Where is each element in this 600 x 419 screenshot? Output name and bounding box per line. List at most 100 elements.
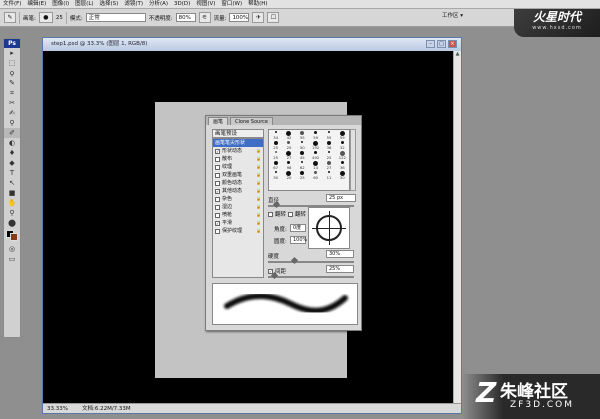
tab-brushes[interactable]: 画笔 — [208, 117, 229, 125]
dodge-tool-icon[interactable]: ◐ — [4, 138, 20, 148]
menu-window[interactable]: 窗口(W) — [218, 0, 245, 9]
path-select-icon[interactable]: ↖ — [4, 178, 20, 188]
lock-icon[interactable]: 🔒 — [256, 187, 261, 195]
brush-tip[interactable]: 27 — [282, 150, 295, 160]
brush-option-row[interactable]: 双重画笔 🔒 — [213, 171, 263, 179]
menu-file[interactable]: 文件(F) — [0, 0, 24, 9]
flow-input[interactable]: 100% — [229, 13, 250, 22]
mode-select[interactable]: 正常 — [85, 13, 146, 22]
tab-clone-source[interactable]: Clone Source — [230, 117, 273, 125]
brush-tip[interactable]: 45 — [296, 150, 309, 160]
brush-tip[interactable]: 20 — [282, 170, 295, 180]
airbrush-toggle[interactable]: ⚟ — [198, 12, 211, 23]
zoom-level[interactable]: 33.33% — [47, 404, 68, 413]
brush-tool-icon[interactable]: ✎ — [4, 12, 16, 23]
menu-help[interactable]: 帮助(H) — [245, 0, 270, 9]
menu-select[interactable]: 选择(S) — [97, 0, 122, 9]
brush-option-row[interactable]: 画笔笔尖形状 — [213, 139, 263, 147]
hardness-input[interactable]: 30% — [326, 250, 354, 258]
option-checkbox[interactable] — [215, 196, 220, 202]
angle-roundness-control[interactable] — [308, 207, 350, 249]
workspace-menu[interactable]: 工作区 ▾ — [442, 11, 463, 19]
brush-option-row[interactable]: 纹理 🔒 — [213, 163, 263, 171]
hardness-slider[interactable] — [268, 256, 354, 265]
menu-analysis[interactable]: 分析(A) — [146, 0, 171, 9]
option-checkbox[interactable] — [215, 228, 220, 234]
brush-tip[interactable]: 59 — [336, 130, 349, 140]
vertical-scrollbar[interactable]: ▲ — [453, 51, 461, 405]
tablet-pressure-icon[interactable]: ☐ — [267, 12, 280, 23]
option-checkbox[interactable] — [215, 164, 220, 170]
background-color[interactable] — [10, 233, 18, 241]
minimize-icon[interactable]: – — [426, 40, 435, 48]
brush-option-row[interactable]: ✓ 平滑 🔒 — [213, 219, 263, 227]
brush-tip[interactable]: 25 — [269, 140, 282, 150]
marquee-tool-icon[interactable]: ⬚ — [4, 58, 20, 68]
brush-picker[interactable]: ● — [38, 12, 53, 23]
rectangle-tool-icon[interactable]: ■ — [4, 188, 20, 198]
quick-select-tool-icon[interactable]: ✎ — [4, 78, 20, 88]
option-checkbox[interactable] — [215, 204, 220, 210]
lock-icon[interactable]: 🔒 — [256, 171, 261, 179]
option-checkbox[interactable]: ✓ — [215, 188, 220, 194]
lock-icon[interactable]: 🔒 — [256, 219, 261, 227]
brush-tip[interactable]: 27 — [322, 160, 335, 170]
option-checkbox[interactable]: ✓ — [215, 220, 220, 226]
brush-tip[interactable]: 34 — [269, 130, 282, 140]
brush-tip[interactable]: 55 — [322, 130, 335, 140]
brush-option-row[interactable]: 散布 🔒 — [213, 155, 263, 163]
brush-tip[interactable]: 25 — [269, 150, 282, 160]
brush-tip[interactable]: 32 — [336, 140, 349, 150]
brush-tip[interactable]: 192 — [309, 140, 322, 150]
lock-icon[interactable]: 🔒 — [256, 203, 261, 211]
document-titlebar[interactable]: step1.psd @ 33.3% (图层 1, RGB/8) – □ × — [43, 38, 461, 51]
brush-option-row[interactable]: 喷枪 🔒 — [213, 211, 263, 219]
lock-icon[interactable]: 🔒 — [256, 155, 261, 163]
close-icon[interactable]: × — [448, 40, 457, 48]
brush-tip[interactable]: 36 — [336, 160, 349, 170]
brush-option-row[interactable]: 杂色 🔒 — [213, 195, 263, 203]
airbrush-icon[interactable]: ✈ — [252, 12, 265, 23]
menu-filter[interactable]: 滤镜(T) — [121, 0, 146, 9]
option-checkbox[interactable] — [215, 212, 220, 218]
zoom-tool-icon[interactable]: ⚲ — [4, 208, 20, 218]
brush-tip-grid[interactable]: 34 42 55 59 55 59 25 25 50 192 36 32 25 27 45 492 25 122 6… — [268, 129, 350, 191]
brush-tip[interactable]: 60 — [309, 170, 322, 180]
brush-presets-button[interactable]: 画笔预设 — [212, 129, 264, 138]
option-checkbox[interactable] — [215, 180, 220, 186]
option-checkbox[interactable] — [215, 156, 220, 162]
option-checkbox[interactable]: ✓ — [215, 148, 220, 154]
brush-tip[interactable]: 59 — [309, 130, 322, 140]
lock-icon[interactable]: 🔒 — [256, 211, 261, 219]
hardness-slider-knob[interactable] — [290, 256, 299, 265]
pen-tool-icon[interactable]: ♦ — [4, 148, 20, 158]
slice-tool-icon[interactable]: ✂ — [4, 98, 20, 108]
brush-option-row[interactable]: ✓ 其他动态 🔒 — [213, 187, 263, 195]
lock-icon[interactable]: 🔒 — [256, 147, 261, 155]
lock-icon[interactable]: 🔒 — [256, 179, 261, 187]
quick-mask-icon[interactable]: ◎ — [4, 244, 20, 254]
brush-tip[interactable]: 30 — [269, 170, 282, 180]
brush-tip[interactable]: 25 — [282, 140, 295, 150]
brush-tip[interactable]: 55 — [296, 130, 309, 140]
brush-tip[interactable]: 11 — [322, 170, 335, 180]
brush-tip[interactable]: 42 — [282, 130, 295, 140]
brush-option-row[interactable]: 保护纹理 🔒 — [213, 227, 263, 235]
brush-tip[interactable]: 25 — [296, 170, 309, 180]
shape-tool-icon[interactable]: ◆ — [4, 158, 20, 168]
brush-tip[interactable]: 25 — [322, 150, 335, 160]
brush-tip[interactable]: 98 — [282, 160, 295, 170]
brush-tip[interactable]: 122 — [336, 150, 349, 160]
3d-tool-icon[interactable]: ⬤ — [4, 218, 20, 228]
move-tool-icon[interactable]: ▸ — [4, 48, 20, 58]
brush-option-row[interactable]: ✓ 形状动态 🔒 — [213, 147, 263, 155]
angle-input[interactable]: 0度 — [290, 224, 306, 232]
scroll-up-icon[interactable]: ▲ — [454, 51, 461, 59]
crop-tool-icon[interactable]: ⌗ — [4, 88, 20, 98]
lock-icon[interactable]: 🔒 — [256, 195, 261, 203]
menu-image[interactable]: 图像(I) — [49, 0, 72, 9]
spacing-slider[interactable] — [268, 271, 354, 280]
brush-tip[interactable]: 50 — [296, 140, 309, 150]
color-swatches[interactable] — [4, 228, 20, 244]
tip-grid-scrollbar[interactable] — [350, 129, 356, 191]
